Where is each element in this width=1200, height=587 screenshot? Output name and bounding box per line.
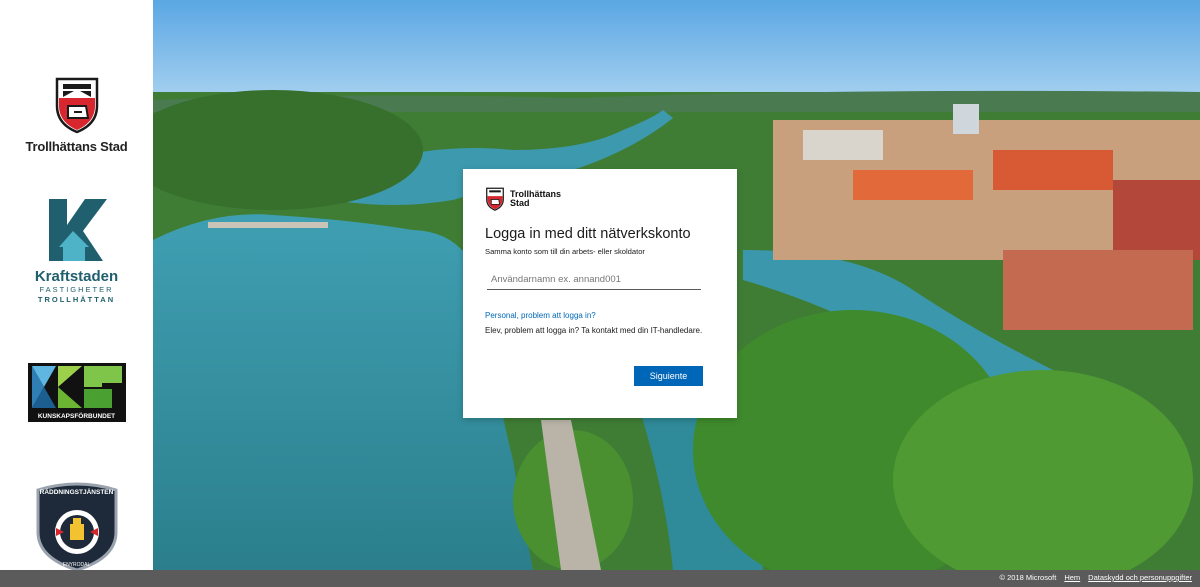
card-title: Logga in med ditt nätverkskonto <box>485 226 691 242</box>
kunskapsforbundet-mark-icon <box>31 366 122 408</box>
kraftstaden-sub2: TROLLHÄTTAN <box>37 295 116 304</box>
kraftstaden-k-icon <box>48 199 107 261</box>
raddningstjansten-logo: RÄDDNINGSTJÄNSTEN ENYRODAL <box>0 480 153 570</box>
card-brand-name: Trollhättans Stad <box>510 188 562 208</box>
username-input[interactable] <box>487 270 701 290</box>
trollhattans-stad-name: Trollhättans Stad <box>25 139 128 154</box>
kraftstaden-name: Kraftstaden <box>34 268 119 285</box>
trollhattans-stad-logo: Trollhättans Stad <box>0 76 153 154</box>
footer-copyright: © 2018 Microsoft <box>999 573 1057 582</box>
kraftstaden-logo: Kraftstaden FASTIGHETER TROLLHÄTTAN <box>0 197 153 305</box>
kraftstaden-sub1: FASTIGHETER <box>39 285 114 294</box>
footer-privacy-link[interactable]: Dataskydd och personuppgifter <box>1088 573 1192 582</box>
trollhattan-shield-icon <box>55 77 98 134</box>
raddningstjansten-top: RÄDDNINGSTJÄNSTEN <box>39 489 114 496</box>
footer-bar: © 2018 Microsoft Hem Dataskydd och perso… <box>0 570 1200 587</box>
staff-help-link[interactable]: Personal, problem att logga in? <box>485 311 715 320</box>
trollhattan-shield-small-icon <box>486 187 504 211</box>
logo-rail: Trollhättans Stad Kraftstaden FASTIGHETE… <box>0 0 153 570</box>
card-subtitle: Samma konto som till din arbets- eller s… <box>485 247 645 256</box>
kunskapsforbundet-name: KUNSKAPSFÖRBUNDET <box>37 413 116 420</box>
kunskapsforbundet-logo: KUNSKAPSFÖRBUNDET <box>0 363 153 422</box>
footer-items: © 2018 Microsoft Hem Dataskydd och perso… <box>1000 573 1200 582</box>
card-brand: Trollhättans Stad <box>485 187 715 211</box>
raddningstjansten-bottom: ENYRODAL <box>62 562 91 568</box>
student-help-text: Elev, problem att logga in? Ta kontakt m… <box>485 326 703 335</box>
next-button[interactable]: Siguiente <box>634 366 703 386</box>
sign-in-card: Trollhättans Stad Logga in med ditt nätv… <box>463 169 737 418</box>
footer-home-link[interactable]: Hem <box>1064 573 1080 582</box>
